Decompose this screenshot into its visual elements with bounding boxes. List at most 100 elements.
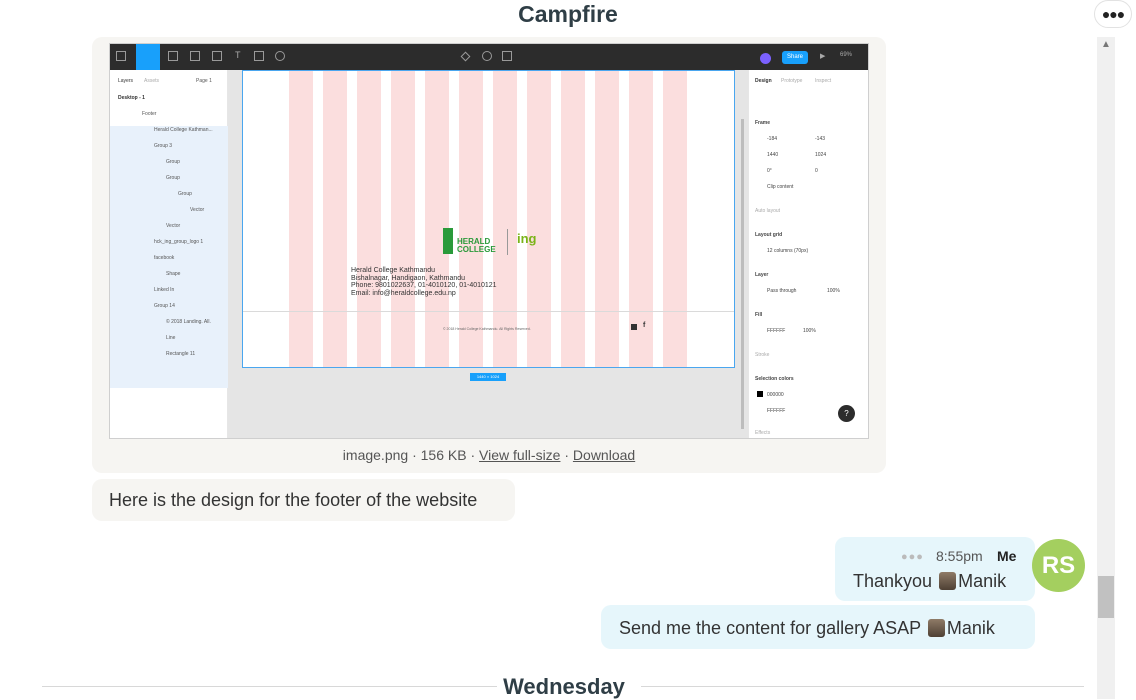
grid-column xyxy=(561,71,585,367)
message-text: Here is the design for the footer of the… xyxy=(109,490,478,510)
mention-name[interactable]: Manik xyxy=(958,571,1006,591)
grid-column xyxy=(323,71,347,367)
mention-name[interactable]: Manik xyxy=(947,618,995,638)
grid-description: 12 columns (70px) xyxy=(767,248,809,254)
layer-item: Group 3 xyxy=(154,143,173,149)
component-icon xyxy=(460,51,471,62)
view-full-size-link[interactable]: View full-size xyxy=(479,447,560,463)
desktop-frame: HERALD COLLEGE ing Herald College Kathma… xyxy=(242,70,735,368)
grid-column xyxy=(289,71,313,367)
color-swatch xyxy=(757,391,763,397)
grid-column xyxy=(459,71,483,367)
message-options-icon[interactable]: ●●● xyxy=(901,551,924,563)
fill-hex: FFFFFF xyxy=(767,328,786,334)
footer-divider xyxy=(243,311,734,312)
day-separator: Wednesday xyxy=(497,674,631,700)
fill-opacity: 100% xyxy=(803,328,816,334)
tab-inspect: Inspect xyxy=(815,78,832,84)
avatar[interactable]: RS xyxy=(1032,539,1085,592)
selection-color: FFFFFF xyxy=(767,408,786,414)
help-icon: ? xyxy=(838,405,855,422)
message-text: Send me the content for gallery ASAP Man… xyxy=(619,617,995,639)
shape-tool-icon xyxy=(190,51,200,61)
selection-color: 000000 xyxy=(767,392,784,398)
layer-item: Desktop - 1 xyxy=(118,95,145,101)
scrollbar-thumb[interactable] xyxy=(1098,576,1114,618)
stroke-label: Stroke xyxy=(755,352,770,358)
scroll-up-icon[interactable]: ▲ xyxy=(1097,37,1115,53)
frame-label: Frame xyxy=(755,120,771,126)
file-name: image.png xyxy=(342,447,409,463)
layer-item: facebook xyxy=(154,255,175,261)
facebook-icon: f xyxy=(643,322,646,329)
day-divider-right xyxy=(641,686,1084,687)
layers-panel: Layers Assets Page 1 Desktop - 1 Footer … xyxy=(110,70,228,438)
canvas-scrollbar xyxy=(741,119,744,429)
effects-label: Effects xyxy=(755,430,771,436)
frame-size-badge: 1440 × 1024 xyxy=(470,373,506,381)
fill-label: Fill xyxy=(755,312,763,318)
layer-item: Group xyxy=(166,175,180,181)
radius-value: 0 xyxy=(815,168,818,174)
share-button: Share xyxy=(782,51,808,64)
layer-item: Vector xyxy=(166,223,181,229)
attachment-caption: image.png · 156 KB · View full-size · Do… xyxy=(92,445,886,465)
day-divider-left xyxy=(42,686,497,687)
caption-separator: · xyxy=(470,447,476,463)
tab-design: Design xyxy=(755,78,772,84)
layer-item: Rectangle 11 xyxy=(166,351,196,357)
file-size: 156 KB xyxy=(420,447,467,463)
auto-layout-label: Auto layout xyxy=(755,208,781,214)
more-options-icon[interactable]: ●●● xyxy=(1094,0,1132,28)
layer-item: Vector xyxy=(190,207,205,213)
layer-item: Linked In xyxy=(154,287,175,293)
tab-prototype: Prototype xyxy=(781,78,803,84)
x-value: -184 xyxy=(767,136,778,142)
layer-item: Group xyxy=(166,159,180,165)
figma-toolbar: T Share ▶ 69% xyxy=(110,44,868,70)
layout-grid-label: Layout grid xyxy=(755,232,783,238)
grid-column xyxy=(527,71,551,367)
design-panel: Design Prototype Inspect Frame -184 -143… xyxy=(748,70,868,438)
selection-colors-label: Selection colors xyxy=(755,376,794,382)
layer-item: Line xyxy=(166,335,176,341)
layer-item: Footer xyxy=(142,111,157,117)
linkedin-icon xyxy=(631,324,637,330)
page-selector: Page 1 xyxy=(196,78,212,84)
address-line: Email: info@heraldcollege.edu.np xyxy=(351,289,456,297)
clip-content-label: Clip content xyxy=(767,184,794,190)
message-text: Thankyou Manik xyxy=(853,570,1006,592)
message-timestamp: 8:55pm xyxy=(936,548,983,564)
zoom-level: 69% xyxy=(840,52,853,58)
grid-column xyxy=(493,71,517,367)
layer-label: Layer xyxy=(755,272,769,278)
logo-text: HERALD COLLEGE xyxy=(457,238,496,254)
tab-assets: Assets xyxy=(144,78,160,84)
mention-avatar-icon xyxy=(939,572,957,590)
blend-mode: Pass through xyxy=(767,288,797,294)
copyright-text: © 2018 Herald College Kathmandu. All Rig… xyxy=(443,327,531,331)
w-value: 1440 xyxy=(767,152,779,158)
caption-separator: · xyxy=(412,447,417,463)
sender-name: Me xyxy=(997,548,1017,564)
caption-separator: · xyxy=(564,447,570,463)
pen-tool-icon xyxy=(212,51,222,61)
address-block: Herald College Kathmandu Bishalnagar, Ha… xyxy=(351,267,497,297)
grid-column xyxy=(595,71,619,367)
download-link[interactable]: Download xyxy=(573,447,635,463)
text-tool-icon: T xyxy=(235,50,241,60)
message-body: Thankyou xyxy=(853,571,933,591)
boolean-icon xyxy=(502,51,512,61)
grid-column xyxy=(391,71,415,367)
image-preview[interactable]: T Share ▶ 69% Layers Assets Page 1 Deskt… xyxy=(109,43,869,439)
herald-logo-icon xyxy=(443,228,453,254)
grid-column xyxy=(425,71,449,367)
move-tool-icon xyxy=(136,44,160,70)
layer-item: Group xyxy=(178,191,192,197)
frame-tool-icon xyxy=(168,51,178,61)
logo-line: COLLEGE xyxy=(457,245,496,254)
grid-column xyxy=(357,71,381,367)
mask-icon xyxy=(482,51,492,61)
play-icon: ▶ xyxy=(820,53,826,60)
user-avatar-icon xyxy=(760,53,771,64)
